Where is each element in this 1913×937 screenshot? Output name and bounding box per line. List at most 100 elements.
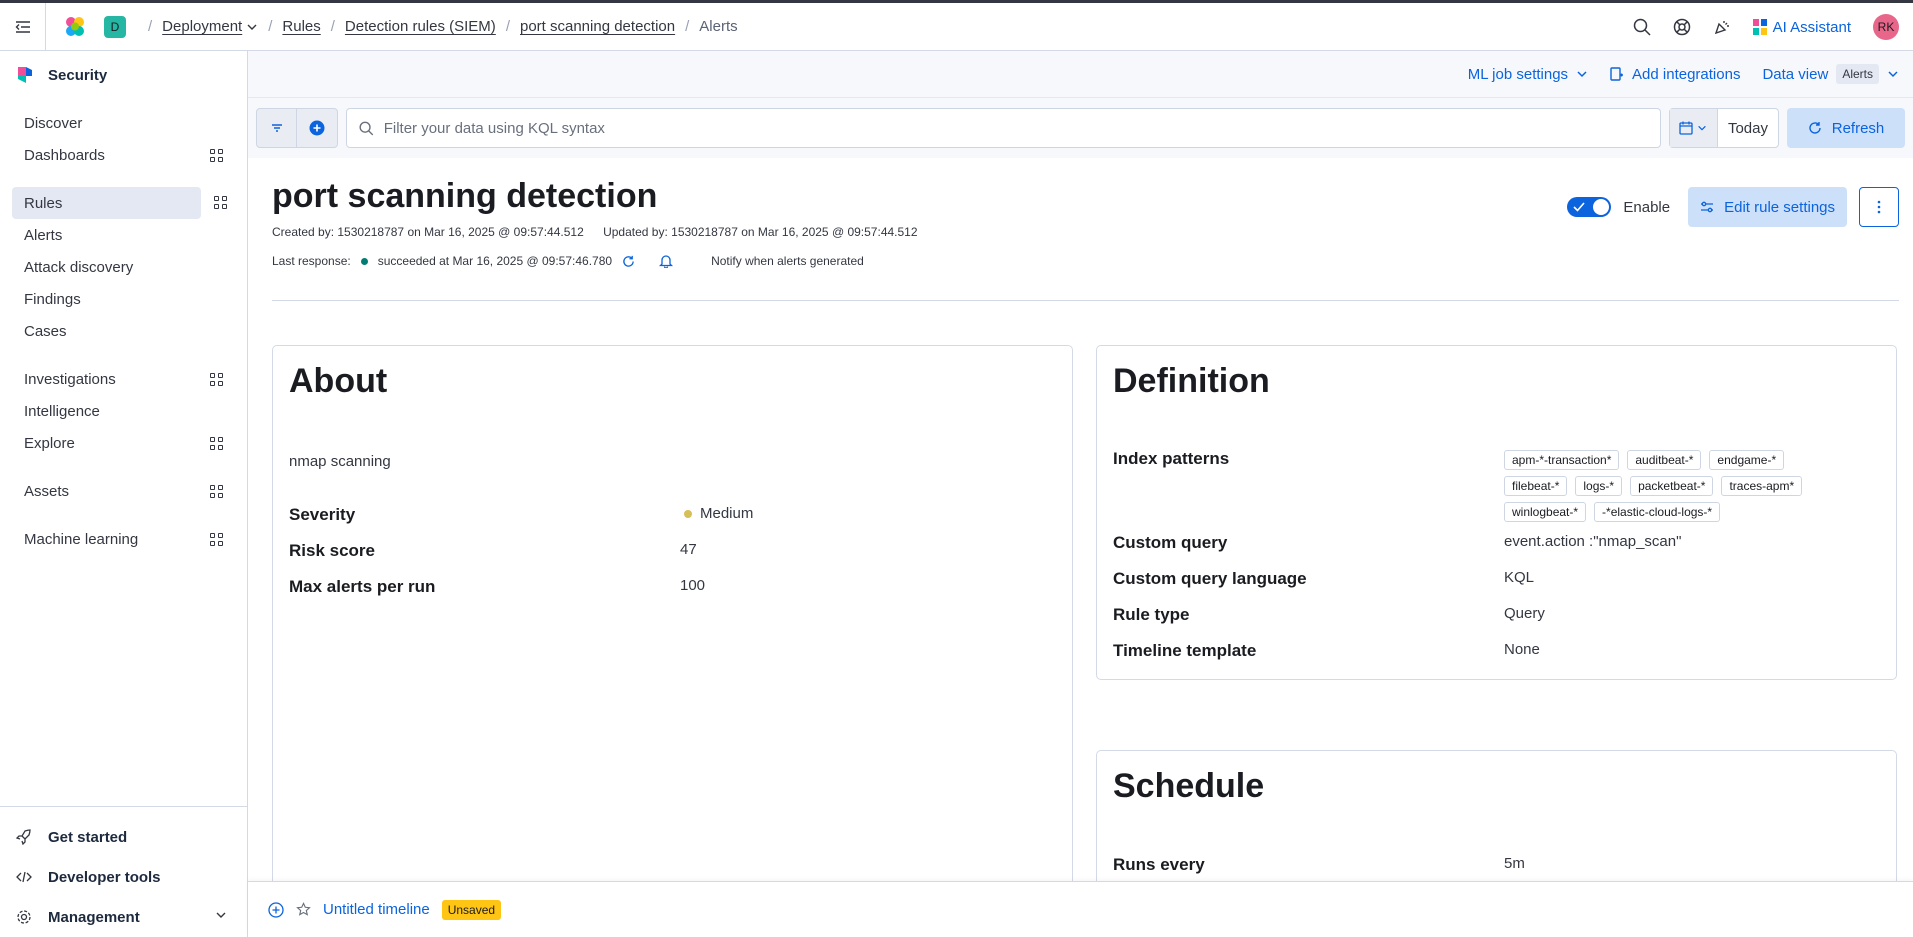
ai-assistant-icon: [1752, 19, 1767, 35]
sidebar-item-discover[interactable]: Discover: [12, 107, 235, 139]
app-grid-icon[interactable]: [210, 532, 223, 546]
risk-score-label: Risk score: [289, 541, 375, 560]
app-grid-icon[interactable]: [210, 372, 223, 386]
sidebar-item-findings[interactable]: Findings: [12, 283, 235, 315]
chevron-down-icon[interactable]: [215, 909, 227, 921]
edit-rule-settings-button[interactable]: Edit rule settings: [1688, 187, 1847, 227]
sidebar-footer: Get started Developer tools Management: [0, 806, 247, 937]
bell-icon[interactable]: [659, 254, 674, 268]
developer-tools-link[interactable]: Developer tools: [0, 857, 247, 897]
sidebar-group-rules: Rules Alerts Attack discovery Findings C…: [0, 187, 247, 347]
sidebar-item-label: Discover: [24, 114, 83, 132]
top-header: D / Deployment / Rules / Detection rules…: [0, 0, 1913, 51]
app-grid-icon[interactable]: [210, 484, 223, 498]
ml-job-settings-button[interactable]: ML job settings: [1468, 66, 1588, 83]
breadcrumb-rule-name[interactable]: port scanning detection: [520, 18, 675, 35]
sidebar-item-machine-learning[interactable]: Machine learning: [12, 523, 235, 555]
sidebar-item-investigations[interactable]: Investigations: [12, 363, 235, 395]
chevron-down-icon[interactable]: [246, 21, 258, 33]
refresh-icon[interactable]: [622, 255, 635, 268]
unsaved-badge: Unsaved: [441, 899, 502, 920]
breadcrumb-deployment[interactable]: Deployment: [162, 18, 242, 35]
date-picker[interactable]: Today: [1668, 108, 1779, 148]
sidebar-group-assets: Assets: [0, 475, 247, 507]
rule-updated: Updated by: 1530218787 on Mar 16, 2025 @…: [603, 225, 918, 239]
kql-search-field[interactable]: [346, 108, 1661, 148]
app-grid-icon[interactable]: [210, 148, 223, 162]
sidebar-item-label: Rules: [24, 194, 63, 212]
runs-every-value: 5m: [1504, 855, 1525, 872]
custom-query-label: Custom query: [1113, 533, 1228, 552]
plus-circle-icon[interactable]: [268, 901, 284, 918]
add-integrations-button[interactable]: Add integrations: [1610, 66, 1740, 83]
sidebar-item-intelligence[interactable]: Intelligence: [12, 395, 235, 427]
deployment-badge[interactable]: D: [104, 15, 126, 38]
rule-meta: Created by: 1530218787 on Mar 16, 2025 @…: [272, 225, 934, 239]
news-feed-icon[interactable]: [1713, 18, 1731, 36]
sidebar-item-cases[interactable]: Cases: [12, 315, 235, 347]
enable-label: Enable: [1623, 198, 1671, 216]
sidebar-header[interactable]: Security: [0, 51, 247, 99]
help-icon[interactable]: [1673, 18, 1691, 36]
runs-every-label: Runs every: [1113, 855, 1205, 874]
data-view-picker[interactable]: Data view Alerts: [1762, 64, 1899, 84]
sidebar-item-rules[interactable]: Rules: [12, 187, 201, 219]
index-pattern-badge: auditbeat-*: [1627, 450, 1702, 470]
toggle-knob: [1593, 199, 1610, 215]
max-alerts-value: 100: [680, 577, 706, 594]
sidebar-group-main: Discover Dashboards: [0, 107, 247, 171]
rule-description: nmap scanning: [289, 453, 391, 470]
search-icon[interactable]: [1633, 18, 1651, 36]
sidebar-item-label: Investigations: [24, 370, 116, 388]
filter-menu-button[interactable]: [257, 109, 297, 147]
sidebar-item-dashboards[interactable]: Dashboards: [12, 139, 235, 171]
main-content: ML job settings Add integrations Data vi…: [248, 51, 1913, 937]
severity-row: Severity Medium: [289, 505, 1056, 525]
severity-dot: [684, 510, 692, 518]
index-patterns-list: apm-*-transaction* auditbeat-* endgame-*…: [1504, 450, 1834, 522]
rule-last-response: Last response: succeeded at Mar 16, 2025…: [272, 254, 864, 268]
sidebar-item-assets[interactable]: Assets: [12, 475, 235, 507]
rule-header: port scanning detection Created by: 1530…: [272, 177, 1899, 301]
ai-assistant-button[interactable]: AI Assistant: [1752, 19, 1851, 36]
check-icon: [1573, 202, 1585, 212]
app-grid-icon[interactable]: [214, 196, 227, 209]
custom-query-value: event.action :"nmap_scan": [1504, 533, 1682, 550]
breadcrumb-separator: /: [148, 18, 153, 35]
user-avatar[interactable]: RK: [1873, 14, 1899, 40]
breadcrumb-detection-rules[interactable]: Detection rules (SIEM): [345, 18, 496, 35]
severity-value: Medium: [700, 505, 754, 522]
timeline-title[interactable]: Untitled timeline: [323, 901, 430, 918]
kql-search-input[interactable]: [383, 119, 1660, 137]
breadcrumb: Deployment / Rules / Detection rules (SI…: [162, 18, 737, 35]
enable-toggle[interactable]: [1567, 197, 1612, 217]
plus-circle-icon: [309, 120, 325, 136]
get-started-link[interactable]: Get started: [0, 817, 247, 857]
sidebar-item-alerts[interactable]: Alerts: [12, 219, 235, 251]
date-range-label[interactable]: Today: [1718, 120, 1778, 137]
security-logo-icon: [18, 67, 32, 83]
more-actions-button[interactable]: [1859, 187, 1899, 227]
sidebar-item-label: Assets: [24, 482, 70, 500]
refresh-button[interactable]: Refresh: [1787, 108, 1905, 148]
index-pattern-badge: endgame-*: [1709, 450, 1785, 470]
sidebar-item-explore[interactable]: Explore: [12, 427, 235, 459]
star-icon[interactable]: [296, 902, 311, 917]
date-quick-menu-button[interactable]: [1669, 109, 1718, 147]
edit-rule-settings-label: Edit rule settings: [1724, 198, 1835, 216]
side-nav: Security Discover Dashboards Rules Alert…: [0, 51, 248, 937]
refresh-label: Refresh: [1831, 119, 1885, 137]
definition-title: Definition: [1113, 362, 1270, 400]
data-view-value: Alerts: [1836, 64, 1879, 84]
app-grid-icon[interactable]: [210, 436, 223, 450]
breadcrumb-rules[interactable]: Rules: [282, 18, 320, 35]
add-filter-button[interactable]: [297, 109, 337, 147]
sidebar-item-label: Attack discovery: [24, 258, 134, 276]
breadcrumb-separator: /: [330, 18, 335, 35]
sidebar-item-attack-discovery[interactable]: Attack discovery: [12, 251, 235, 283]
breadcrumb-current: Alerts: [699, 18, 738, 35]
management-link[interactable]: Management: [0, 897, 247, 937]
collapse-nav-button[interactable]: [0, 3, 46, 50]
elastic-logo[interactable]: [46, 15, 104, 39]
rule-type-value: Query: [1504, 605, 1545, 622]
